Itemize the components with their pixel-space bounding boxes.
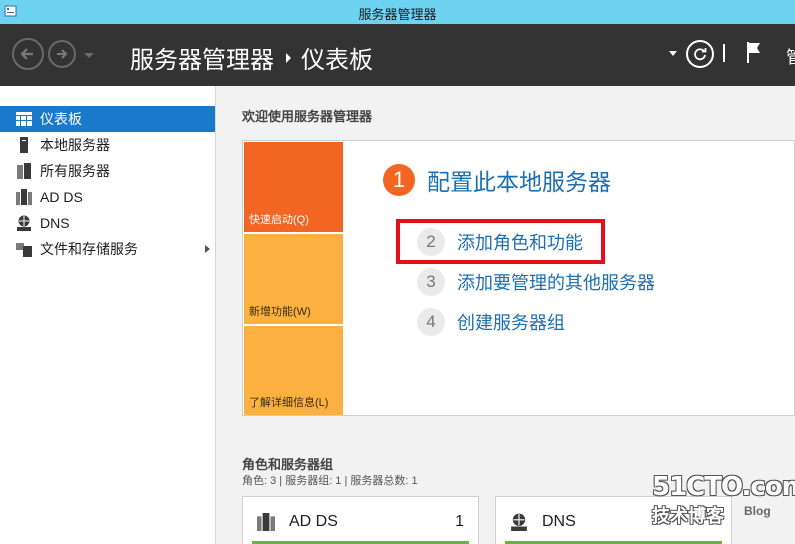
step-add-servers[interactable]: 3 添加要管理的其他服务器: [417, 268, 655, 296]
watermark-tagline: 技术博客: [652, 506, 724, 526]
arrow-right-icon: [57, 49, 68, 59]
arrow-left-icon: [20, 48, 33, 60]
breadcrumb: 服务器管理器 仪表板: [130, 40, 373, 75]
roles-summary: 角色: 3 | 服务器组: 1 | 服务器总数: 1: [242, 475, 418, 487]
sidebar-item-label: 文件和存储服务: [40, 241, 138, 257]
welcome-title: 欢迎使用服务器管理器: [242, 109, 373, 124]
tile-quick-start[interactable]: 快速启动(Q): [244, 142, 343, 232]
tile-learn-more[interactable]: 了解详细信息(L): [244, 326, 343, 415]
sidebar-item-dashboard[interactable]: 仪表板: [0, 106, 215, 132]
ad-ds-icon: [16, 189, 32, 205]
sidebar: 仪表板 本地服务器 所有服务器 AD DS DNS 文件和存储服务: [0, 86, 216, 544]
sidebar-item-local-server[interactable]: 本地服务器: [0, 132, 215, 158]
dns-icon: [16, 215, 32, 231]
watermark-site: 51CTO.com: [652, 472, 795, 502]
dns-icon: [510, 513, 528, 536]
refresh-button[interactable]: [686, 40, 714, 68]
step-label: 配置此本地服务器: [427, 169, 611, 195]
refresh-dropdown-icon[interactable]: [669, 51, 677, 56]
step-label: 创建服务器组: [457, 313, 565, 333]
sidebar-item-label: 本地服务器: [40, 137, 110, 153]
servers-icon: [16, 163, 32, 179]
watermark: 51CTO.com 技术博客 Blog: [652, 472, 795, 526]
history-dropdown-icon[interactable]: [84, 53, 94, 58]
sidebar-item-label: DNS: [40, 215, 70, 231]
back-button[interactable]: [12, 38, 44, 70]
step-configure-local-server[interactable]: 1 配置此本地服务器: [383, 163, 611, 197]
tile-whats-new[interactable]: 新增功能(W): [244, 234, 343, 324]
step-number: 4: [417, 308, 445, 336]
step-create-server-group[interactable]: 4 创建服务器组: [417, 308, 565, 336]
window-title: 服务器管理器: [358, 7, 437, 22]
role-card-ad-ds[interactable]: AD DS 1: [242, 496, 479, 544]
header-divider: [723, 44, 725, 62]
sidebar-item-label: 所有服务器: [40, 163, 110, 179]
role-name: AD DS: [289, 513, 338, 530]
server-icon: [16, 137, 32, 153]
breadcrumb-separator-icon: [286, 52, 291, 63]
title-bar: 服务器管理器: [0, 0, 795, 24]
welcome-panel: 快速启动(Q) 新增功能(W) 了解详细信息(L) 1 配置此本地服务器 2 添…: [242, 140, 795, 416]
sidebar-item-file-storage[interactable]: 文件和存储服务: [0, 236, 215, 262]
sidebar-item-dns[interactable]: DNS: [0, 210, 215, 236]
dashboard-icon: [16, 111, 32, 127]
step-label: 添加要管理的其他服务器: [457, 273, 655, 293]
step-number: 1: [383, 164, 415, 196]
red-highlight-box: [396, 219, 605, 264]
role-count: 1: [455, 513, 464, 530]
step-number: 3: [417, 268, 445, 296]
refresh-icon: [694, 48, 707, 61]
forward-button[interactable]: [48, 40, 76, 68]
watermark-blog: Blog: [744, 504, 771, 518]
file-storage-icon: [16, 241, 32, 257]
sidebar-item-ad-ds[interactable]: AD DS: [0, 184, 215, 210]
role-name: DNS: [542, 513, 576, 530]
notifications-flag-icon[interactable]: [745, 40, 763, 69]
sidebar-item-label: AD DS: [40, 189, 83, 205]
chevron-right-icon[interactable]: [205, 245, 210, 253]
breadcrumb-root[interactable]: 服务器管理器: [130, 40, 274, 75]
ad-ds-icon: [257, 513, 275, 536]
breadcrumb-current: 仪表板: [301, 47, 373, 74]
roles-section-title: 角色和服务器组: [242, 457, 334, 472]
sidebar-item-label: 仪表板: [40, 111, 82, 127]
sidebar-item-all-servers[interactable]: 所有服务器: [0, 158, 215, 184]
manage-menu[interactable]: 管: [786, 43, 795, 68]
